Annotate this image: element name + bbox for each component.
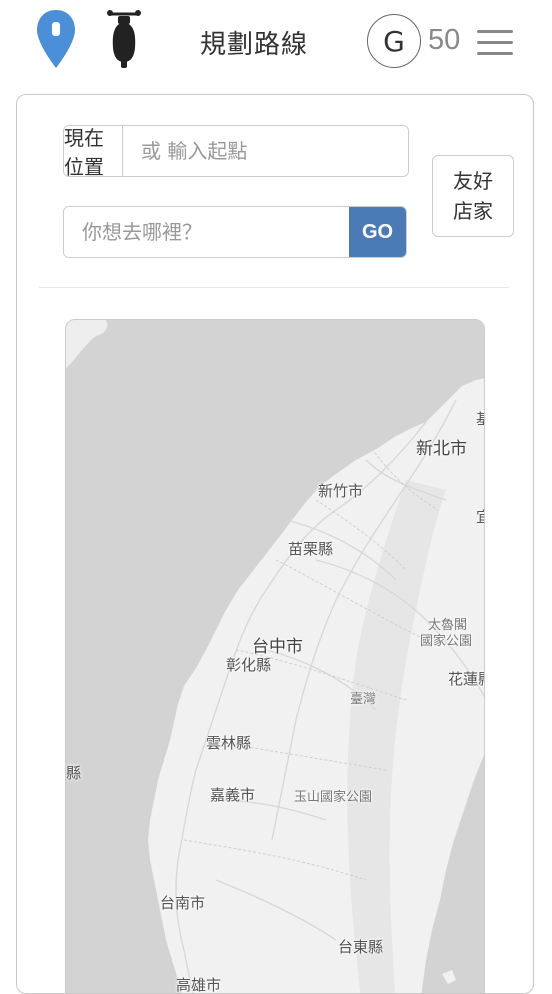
- page-title: 規劃路線: [200, 30, 309, 60]
- map-label-keelung: 基: [476, 408, 484, 429]
- start-location-group: 現在位置: [63, 125, 409, 177]
- destination-input[interactable]: [64, 207, 349, 257]
- map-label-yushan: 玉山國家公園: [294, 790, 373, 805]
- route-panel: 現在位置 GO 友好 店家: [16, 94, 534, 994]
- location-pin-icon[interactable]: [34, 8, 78, 70]
- map-label-hualien: 花蓮縣: [448, 670, 484, 688]
- map-label-new-taipei: 新北市: [416, 439, 467, 459]
- friendly-stores-button[interactable]: 友好 店家: [432, 155, 514, 237]
- map-label-taiwan: 臺灣: [350, 692, 377, 707]
- top-bar: 規劃路線 G 50: [0, 0, 552, 88]
- map-label-hsinchu: 新竹市: [318, 482, 364, 500]
- map-label-chiayi: 嘉義市: [210, 786, 256, 804]
- friendly-stores-label-1: 友好: [453, 169, 493, 193]
- map-view[interactable]: 新北市 基 宜 新竹市 苗栗縣 台中市 彰化縣 太魯閣 國家公園 花蓮縣 臺灣 …: [65, 319, 485, 994]
- map-label-taroko-2: 國家公園: [420, 634, 473, 649]
- map-label-tainan: 台南市: [160, 894, 206, 912]
- current-location-button[interactable]: 現在位置: [64, 126, 123, 176]
- divider: [39, 287, 509, 288]
- map-label-yilan: 宜: [476, 506, 484, 527]
- hamburger-menu-icon[interactable]: [477, 30, 513, 58]
- scooter-icon[interactable]: [104, 8, 144, 70]
- go-button[interactable]: GO: [349, 207, 406, 257]
- map-label-taitung: 台東縣: [338, 938, 384, 956]
- start-point-input[interactable]: [123, 126, 408, 176]
- g-badge[interactable]: G: [367, 14, 421, 68]
- map-label-yunlin: 雲林縣: [206, 734, 252, 752]
- friendly-stores-label-2: 店家: [453, 199, 493, 223]
- points-count: 50: [428, 24, 461, 56]
- map-label-changhua: 彰化縣: [226, 656, 272, 674]
- map-label-miaoli: 苗栗縣: [288, 540, 334, 558]
- taiwan-map-graphic: [66, 320, 484, 993]
- destination-group: GO: [63, 206, 407, 258]
- map-label-kaohsiung: 高雄市: [176, 976, 222, 994]
- map-label-edge-county: 縣: [66, 764, 82, 782]
